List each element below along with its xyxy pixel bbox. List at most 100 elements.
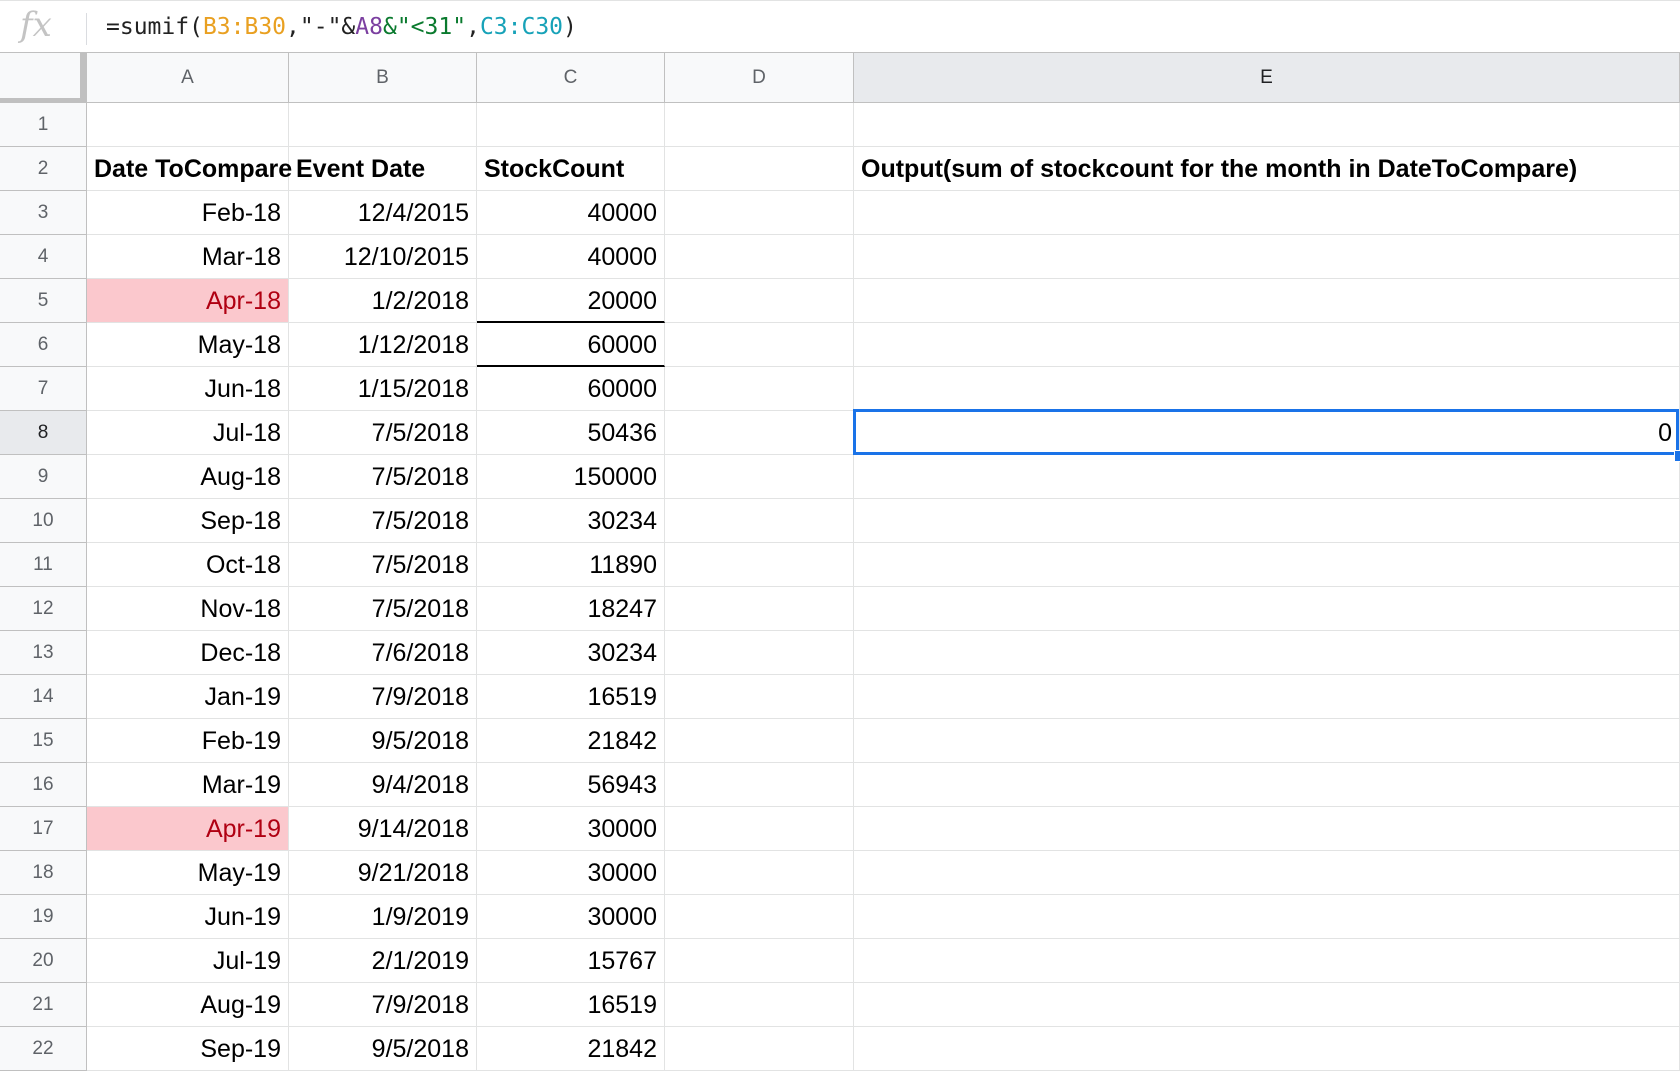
cell-c3[interactable]: 40000 <box>477 191 665 235</box>
row-header-4[interactable]: 4 <box>0 235 87 279</box>
cell-c10[interactable]: 30234 <box>477 499 665 543</box>
cell-b4[interactable]: 12/10/2015 <box>289 235 477 279</box>
cell-b10[interactable]: 7/5/2018 <box>289 499 477 543</box>
column-header-a[interactable]: A <box>87 53 289 103</box>
cell-c16[interactable]: 56943 <box>477 763 665 807</box>
cell-d10[interactable] <box>665 499 854 543</box>
cell-c13[interactable]: 30234 <box>477 631 665 675</box>
cell-a11[interactable]: Oct-18 <box>87 543 289 587</box>
cell-a21[interactable]: Aug-19 <box>87 983 289 1027</box>
cell-c11[interactable]: 11890 <box>477 543 665 587</box>
cell-b8[interactable]: 7/5/2018 <box>289 411 477 455</box>
column-header-d[interactable]: D <box>665 53 854 103</box>
row-header-3[interactable]: 3 <box>0 191 87 235</box>
cell-c6[interactable]: 60000 <box>477 323 665 367</box>
cell-e6[interactable] <box>854 323 1680 367</box>
cell-d14[interactable] <box>665 675 854 719</box>
cell-a1[interactable] <box>87 103 289 147</box>
cell-a20[interactable]: Jul-19 <box>87 939 289 983</box>
cell-e19[interactable] <box>854 895 1680 939</box>
cell-d1[interactable] <box>665 103 854 147</box>
cell-e18[interactable] <box>854 851 1680 895</box>
cell-b14[interactable]: 7/9/2018 <box>289 675 477 719</box>
column-header-c[interactable]: C <box>477 53 665 103</box>
cell-e11[interactable] <box>854 543 1680 587</box>
cell-e9[interactable] <box>854 455 1680 499</box>
cell-a5[interactable]: Apr-18 <box>87 279 289 323</box>
column-header-e[interactable]: E <box>854 53 1680 103</box>
row-header-11[interactable]: 11 <box>0 543 87 587</box>
cell-b19[interactable]: 1/9/2019 <box>289 895 477 939</box>
cell-a22[interactable]: Sep-19 <box>87 1027 289 1071</box>
cell-a14[interactable]: Jan-19 <box>87 675 289 719</box>
header-cell-e[interactable]: Output(sum of stockcount for the month i… <box>854 147 1680 191</box>
cell-a19[interactable]: Jun-19 <box>87 895 289 939</box>
cell-a17[interactable]: Apr-19 <box>87 807 289 851</box>
cell-e3[interactable] <box>854 191 1680 235</box>
cell-d6[interactable] <box>665 323 854 367</box>
cell-d5[interactable] <box>665 279 854 323</box>
cell-e1[interactable] <box>854 103 1680 147</box>
cell-d4[interactable] <box>665 235 854 279</box>
cell-d3[interactable] <box>665 191 854 235</box>
cell-c21[interactable]: 16519 <box>477 983 665 1027</box>
cell-c1[interactable] <box>477 103 665 147</box>
cell-c18[interactable]: 30000 <box>477 851 665 895</box>
freeze-handle-vertical[interactable] <box>80 53 87 103</box>
row-header-15[interactable]: 15 <box>0 719 87 763</box>
cell-c15[interactable]: 21842 <box>477 719 665 763</box>
cell-a3[interactable]: Feb-18 <box>87 191 289 235</box>
cell-d17[interactable] <box>665 807 854 851</box>
cell-e14[interactable] <box>854 675 1680 719</box>
header-cell-a[interactable]: Date ToCompare <box>87 147 292 191</box>
row-header-7[interactable]: 7 <box>0 367 87 411</box>
cell-b3[interactable]: 12/4/2015 <box>289 191 477 235</box>
cell-c4[interactable]: 40000 <box>477 235 665 279</box>
cell-e12[interactable] <box>854 587 1680 631</box>
cell-e13[interactable] <box>854 631 1680 675</box>
cell-b13[interactable]: 7/6/2018 <box>289 631 477 675</box>
row-header-2[interactable]: 2 <box>0 147 87 191</box>
cell-c9[interactable]: 150000 <box>477 455 665 499</box>
row-header-5[interactable]: 5 <box>0 279 87 323</box>
cell-a6[interactable]: May-18 <box>87 323 289 367</box>
cell-b9[interactable]: 7/5/2018 <box>289 455 477 499</box>
cell-a10[interactable]: Sep-18 <box>87 499 289 543</box>
cell-e10[interactable] <box>854 499 1680 543</box>
cell-e17[interactable] <box>854 807 1680 851</box>
cell-c19[interactable]: 30000 <box>477 895 665 939</box>
row-header-13[interactable]: 13 <box>0 631 87 675</box>
cell-d16[interactable] <box>665 763 854 807</box>
cell-d21[interactable] <box>665 983 854 1027</box>
cell-c20[interactable]: 15767 <box>477 939 665 983</box>
cell-a7[interactable]: Jun-18 <box>87 367 289 411</box>
cell-b21[interactable]: 7/9/2018 <box>289 983 477 1027</box>
row-header-18[interactable]: 18 <box>0 851 87 895</box>
cell-c22[interactable]: 21842 <box>477 1027 665 1071</box>
cell-e22[interactable] <box>854 1027 1680 1071</box>
cell-a8[interactable]: Jul-18 <box>87 411 289 455</box>
cell-d11[interactable] <box>665 543 854 587</box>
cell-a4[interactable]: Mar-18 <box>87 235 289 279</box>
cell-b16[interactable]: 9/4/2018 <box>289 763 477 807</box>
header-cell-b[interactable]: Event Date <box>289 147 477 191</box>
row-header-8[interactable]: 8 <box>0 411 87 455</box>
cell-c5[interactable]: 20000 <box>477 279 665 323</box>
cell-b7[interactable]: 1/15/2018 <box>289 367 477 411</box>
cell-e4[interactable] <box>854 235 1680 279</box>
cell-d7[interactable] <box>665 367 854 411</box>
cell-b20[interactable]: 2/1/2019 <box>289 939 477 983</box>
row-header-9[interactable]: 9 <box>0 455 87 499</box>
row-header-17[interactable]: 17 <box>0 807 87 851</box>
cell-b17[interactable]: 9/14/2018 <box>289 807 477 851</box>
row-header-1[interactable]: 1 <box>0 103 87 147</box>
cell-b18[interactable]: 9/21/2018 <box>289 851 477 895</box>
cell-e21[interactable] <box>854 983 1680 1027</box>
cell-b11[interactable]: 7/5/2018 <box>289 543 477 587</box>
cell-b5[interactable]: 1/2/2018 <box>289 279 477 323</box>
header-cell-c[interactable]: StockCount <box>477 147 665 191</box>
row-header-21[interactable]: 21 <box>0 983 87 1027</box>
cell-d13[interactable] <box>665 631 854 675</box>
cell-d9[interactable] <box>665 455 854 499</box>
cell-c7[interactable]: 60000 <box>477 367 665 411</box>
